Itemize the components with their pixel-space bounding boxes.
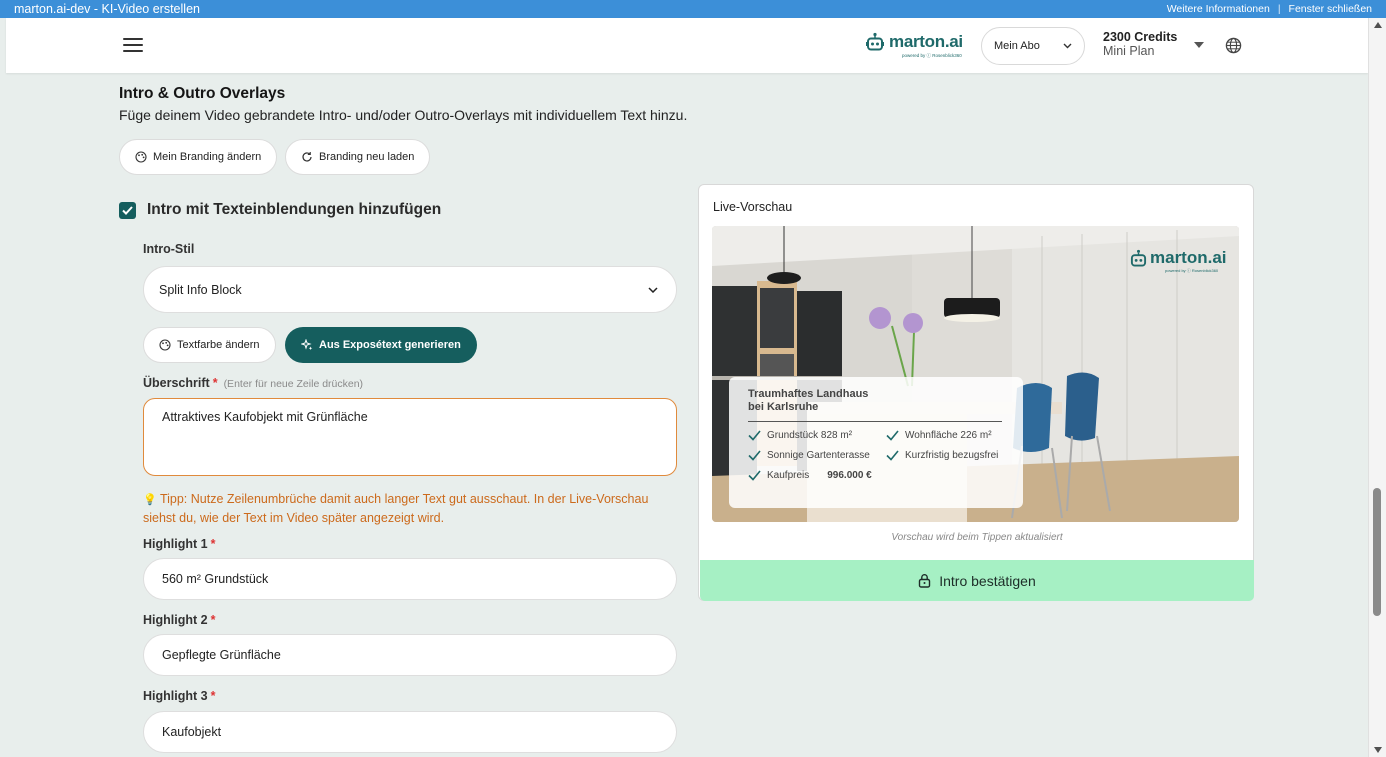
intro-checkbox-label[interactable]: Intro mit Texteinblendungen hinzufügen: [147, 201, 441, 219]
highlight3-input[interactable]: Kaufobjekt: [143, 711, 677, 753]
globe-icon[interactable]: [1225, 37, 1242, 54]
highlight2-label: Highlight 2 *: [143, 613, 216, 627]
generate-from-expose-button[interactable]: Aus Exposétext generieren: [285, 327, 477, 363]
confirm-intro-label: Intro bestätigen: [939, 572, 1036, 589]
preview-image: marton.ai powered by ⓘ Rosenblick360 Tra…: [712, 226, 1239, 522]
preview-logo-text: marton.ai: [1150, 248, 1227, 267]
text-color-button[interactable]: Textfarbe ändern: [143, 327, 276, 363]
preview-note: Vorschau wird beim Tippen aktualisiert: [891, 532, 1063, 543]
highlight1-input[interactable]: 560 m² Grundstück: [143, 558, 677, 600]
refresh-icon: [302, 152, 312, 162]
section-subtitle: Füge deinem Video gebrandete Intro- und/…: [119, 107, 688, 123]
check-icon: [886, 450, 899, 461]
preview-brand-logo: marton.ai powered by ⓘ Rosenblick360: [1130, 248, 1227, 273]
palette-icon: [159, 339, 171, 351]
logo-subtitle: powered by ⓘ Rosenblick360: [902, 53, 962, 58]
live-preview-card: Live-Vorschau marton.ai powered by ⓘ Ros…: [698, 184, 1254, 601]
lightbulb-icon: 💡: [143, 494, 157, 506]
preview-logo-subtitle: powered by ⓘ Rosenblick360: [1165, 268, 1219, 273]
overlay-item: Wohnfläche 226 m²: [886, 430, 1016, 441]
overlay-divider: [748, 421, 1002, 422]
palette-icon: [135, 151, 147, 163]
intro-checkbox[interactable]: [119, 202, 136, 219]
check-icon: [748, 450, 761, 461]
overlay-item: Kurzfristig bezugsfrei: [886, 450, 1016, 461]
window-title: marton.ai-dev - KI-Video erstellen: [14, 2, 200, 16]
intro-overlay-box: Traumhaftes Landhaus bei Karlsruhe Grund…: [729, 377, 1023, 508]
reload-branding-button[interactable]: Branding neu laden: [285, 139, 431, 175]
app-page: marton.ai powered by ⓘ Rosenblick360 Mei…: [6, 18, 1368, 757]
overlay-title: Traumhaftes Landhaus bei Karlsruhe: [748, 388, 869, 413]
top-navbar: marton.ai powered by ⓘ Rosenblick360 Mei…: [6, 18, 1368, 73]
vertical-scrollbar[interactable]: [1368, 18, 1386, 757]
lock-icon: [919, 574, 931, 588]
generate-label: Aus Exposétext generieren: [319, 339, 461, 351]
highlight3-label: Highlight 3 *: [143, 689, 216, 703]
change-branding-button[interactable]: Mein Branding ändern: [119, 139, 278, 175]
scroll-down-icon[interactable]: [1374, 747, 1382, 753]
tip-text: 💡 Tipp: Nutze Zeilenumbrüche damit auch …: [143, 492, 649, 525]
check-icon: [748, 470, 761, 481]
scroll-up-icon[interactable]: [1374, 22, 1382, 28]
robot-logo-icon: [866, 32, 884, 51]
highlight1-label: Highlight 1 *: [143, 537, 216, 551]
brand-logo[interactable]: marton.ai powered by ⓘ Rosenblick360: [866, 32, 963, 58]
overlay-price: Kaufpreis 996.000 €: [748, 470, 886, 481]
robot-logo-icon: [1130, 249, 1147, 267]
intro-style-select[interactable]: Split Info Block: [143, 266, 677, 313]
price-label: Kaufpreis: [767, 470, 810, 481]
overlay-item: Sonnige Gartenterasse: [748, 450, 886, 461]
live-preview-title: Live-Vorschau: [713, 200, 793, 214]
close-window-link[interactable]: Fenster schließen: [1289, 3, 1372, 15]
credits-info: 2300 Credits Mini Plan: [1103, 30, 1177, 58]
more-info-link[interactable]: Weitere Informationen: [1167, 3, 1270, 15]
reload-branding-label: Branding neu laden: [319, 151, 415, 163]
plan-name: Mini Plan: [1103, 44, 1155, 58]
chevron-down-icon: [648, 286, 658, 293]
heading-label: Überschrift * (Enter für neue Zeile drücke…: [143, 376, 364, 390]
text-color-label: Textfarbe ändern: [177, 339, 260, 351]
overlay-item: Grundstück 828 m²: [748, 430, 886, 441]
account-caret-icon[interactable]: [1194, 42, 1204, 48]
sparkles-icon: [301, 339, 313, 351]
intro-style-label: Intro-Stil: [143, 242, 195, 256]
confirm-intro-button[interactable]: Intro bestätigen: [700, 560, 1254, 601]
credits-value: 2300 Credits: [1103, 30, 1178, 44]
section-title: Intro & Outro Overlays: [119, 85, 286, 102]
highlight2-input[interactable]: Gepflegte Grünfläche: [143, 634, 677, 676]
menu-icon[interactable]: [123, 38, 143, 52]
scroll-thumb[interactable]: [1373, 488, 1381, 616]
subscription-dropdown[interactable]: Mein Abo: [981, 27, 1085, 65]
check-icon: [748, 430, 761, 441]
check-icon: [886, 430, 899, 441]
change-branding-label: Mein Branding ändern: [153, 151, 262, 163]
logo-text: marton.ai: [889, 32, 963, 51]
checkmark-icon: [122, 206, 133, 215]
titlebar-separator: |: [1277, 3, 1281, 15]
window-titlebar: marton.ai-dev - KI-Video erstellen Weite…: [0, 0, 1386, 18]
required-mark: *: [212, 376, 218, 390]
chevron-down-icon: [1063, 43, 1072, 49]
price-value: 996.000 €: [827, 470, 872, 481]
subscription-label: Mein Abo: [994, 40, 1040, 52]
heading-textarea[interactable]: [143, 398, 677, 476]
heading-hint: (Enter für neue Zeile drücken): [223, 378, 364, 390]
intro-style-value: Split Info Block: [159, 282, 242, 297]
